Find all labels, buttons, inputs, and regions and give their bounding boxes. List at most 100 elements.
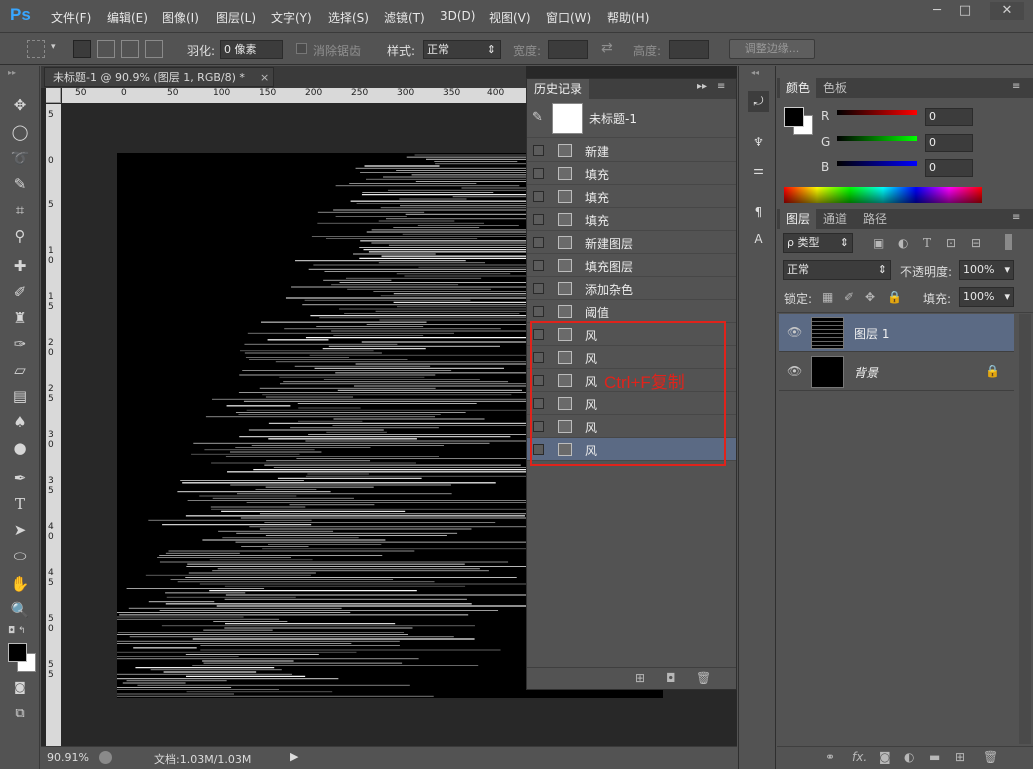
layers-panel-menu-icon[interactable]: ≡: [1012, 212, 1020, 223]
visibility-eye-icon[interactable]: 👁: [787, 364, 802, 378]
lock-pixels-icon[interactable]: ✐: [844, 290, 854, 304]
tab-color[interactable]: 颜色: [780, 78, 817, 98]
b-slider[interactable]: [837, 161, 917, 166]
blur-tool-icon[interactable]: ♠: [8, 411, 32, 433]
filter-pixel-icon[interactable]: ▣: [873, 236, 884, 250]
width-input[interactable]: [548, 40, 588, 59]
antialias-checkbox[interactable]: [296, 43, 307, 54]
move-tool-icon[interactable]: ✥: [8, 94, 32, 116]
lasso-tool-icon[interactable]: ➰: [8, 147, 32, 169]
foreground-color-swatch[interactable]: [8, 643, 27, 662]
history-state-checkbox[interactable]: [533, 191, 544, 202]
lock-all-icon[interactable]: 🔒: [887, 290, 902, 304]
close-tab-icon[interactable]: ×: [260, 68, 269, 88]
new-document-from-state-icon[interactable]: ⊞: [635, 671, 645, 685]
type-tool-icon[interactable]: T: [8, 493, 32, 515]
menu-edit[interactable]: 编辑(E): [107, 9, 148, 26]
lock-transparency-icon[interactable]: ▦: [822, 290, 833, 304]
document-tab[interactable]: 未标题-1 @ 90.9% (图层 1, RGB/8) * ×: [44, 67, 274, 87]
layer-name[interactable]: 图层 1: [854, 325, 889, 342]
eraser-tool-icon[interactable]: ▱: [8, 359, 32, 381]
gradient-tool-icon[interactable]: ▤: [8, 385, 32, 407]
eyedropper-tool-icon[interactable]: ⚲: [8, 225, 32, 247]
marquee-tool-icon[interactable]: [27, 40, 45, 58]
history-state-checkbox[interactable]: [533, 214, 544, 225]
g-slider[interactable]: [837, 136, 917, 141]
brush-presets-icon[interactable]: ♆: [748, 132, 769, 153]
layer-row-background[interactable]: 👁 背景 🔒: [779, 353, 1014, 391]
clone-stamp-tool-icon[interactable]: ♜: [8, 307, 32, 329]
history-state-checkbox[interactable]: [533, 260, 544, 271]
menu-image[interactable]: 图像(I): [162, 9, 199, 26]
ellipse-marquee-tool-icon[interactable]: ◯: [8, 121, 32, 143]
character-panel-icon[interactable]: A: [748, 229, 769, 250]
status-info-icon[interactable]: [99, 751, 112, 764]
minimize-button[interactable]: ─: [924, 2, 950, 20]
visibility-eye-icon[interactable]: 👁: [787, 325, 802, 339]
history-state-row[interactable]: 新建: [527, 139, 736, 162]
menu-filter[interactable]: 滤镜(T): [384, 9, 425, 26]
filter-shape-icon[interactable]: ⊡: [946, 236, 956, 250]
collapse-toolbar-icon[interactable]: ▸▸: [8, 68, 16, 77]
history-state-checkbox[interactable]: [533, 145, 544, 156]
screen-mode-icon[interactable]: ⧉: [8, 703, 32, 725]
layer-name[interactable]: 背景: [854, 364, 878, 381]
collapse-column-icon[interactable]: ◂◂: [751, 68, 759, 77]
history-state-row[interactable]: 填充: [527, 208, 736, 231]
history-state-row[interactable]: 添加杂色: [527, 277, 736, 300]
layer-filter-select[interactable]: ρ 类型 ⇕: [783, 233, 853, 253]
b-value-input[interactable]: 0: [925, 159, 973, 177]
ellipse-shape-tool-icon[interactable]: ⬭: [8, 545, 32, 567]
g-value-input[interactable]: 0: [925, 134, 973, 152]
add-selection-icon[interactable]: [97, 40, 115, 58]
layer-style-fx-icon[interactable]: fx.: [852, 750, 867, 764]
menu-view[interactable]: 视图(V): [489, 9, 531, 26]
color-panel-menu-icon[interactable]: ≡: [1012, 81, 1020, 92]
menu-window[interactable]: 窗口(W): [546, 9, 591, 26]
history-panel-menu-icon[interactable]: ≡: [717, 81, 725, 92]
color-fg-swatch[interactable]: [784, 107, 804, 127]
pen-tool-icon[interactable]: ✒: [8, 467, 32, 489]
tab-layers[interactable]: 图层: [780, 209, 817, 229]
history-collapse-icon[interactable]: ▸▸: [697, 81, 707, 92]
menu-3d[interactable]: 3D(D): [440, 9, 475, 23]
new-layer-icon[interactable]: ⊞: [955, 750, 965, 764]
tab-paths[interactable]: 路径: [857, 209, 893, 229]
history-state-row[interactable]: 填充: [527, 162, 736, 185]
status-menu-arrow-icon[interactable]: ▶: [290, 750, 298, 763]
delete-layer-icon[interactable]: 🗑: [983, 750, 998, 764]
layers-scrollbar[interactable]: [1019, 314, 1031, 744]
history-tab[interactable]: 历史记录: [527, 79, 590, 99]
crop-tool-icon[interactable]: ⌗: [8, 199, 32, 221]
history-state-checkbox[interactable]: [533, 168, 544, 179]
feather-input[interactable]: 0 像素: [220, 40, 283, 59]
new-selection-icon[interactable]: [73, 40, 91, 58]
hand-tool-icon[interactable]: ✋: [8, 573, 32, 595]
filter-type-icon[interactable]: T: [923, 236, 931, 250]
history-brush-source-icon[interactable]: ✎: [532, 110, 543, 125]
menu-type[interactable]: 文字(Y): [271, 9, 312, 26]
menu-file[interactable]: 文件(F): [51, 9, 91, 26]
ruler-origin[interactable]: [46, 88, 61, 103]
horizontal-ruler[interactable]: 50 0 50 100 150 200 250 300 350 400: [62, 88, 526, 103]
close-button[interactable]: ✕: [990, 2, 1024, 20]
path-selection-tool-icon[interactable]: ➤: [8, 519, 32, 541]
blend-mode-select[interactable]: 正常 ⇕: [783, 260, 891, 280]
refine-edge-button[interactable]: 调整边缘...: [729, 39, 815, 59]
healing-brush-tool-icon[interactable]: ✚: [8, 255, 32, 277]
swap-dimensions-icon[interactable]: ⇄: [601, 40, 613, 56]
delete-state-icon[interactable]: 🗑: [696, 671, 711, 685]
opacity-input[interactable]: 100% ▾: [959, 260, 1014, 280]
filter-adjustment-icon[interactable]: ◐: [898, 236, 908, 250]
history-state-row[interactable]: 新建图层: [527, 231, 736, 254]
history-panel-icon[interactable]: ⤾: [748, 91, 769, 112]
history-state-row[interactable]: 阈值: [527, 300, 736, 323]
zoom-level[interactable]: 90.91%: [47, 751, 89, 764]
quick-selection-tool-icon[interactable]: ✎: [8, 173, 32, 195]
style-select[interactable]: 正常 ⇕: [423, 40, 501, 59]
vertical-ruler[interactable]: 5 0 5 1 0 1 5 2 0 2 5 3 0 3 5 4 0 4 5 5 …: [46, 104, 61, 746]
menu-help[interactable]: 帮助(H): [607, 9, 649, 26]
tab-swatches[interactable]: 色板: [817, 78, 853, 98]
maximize-button[interactable]: □: [952, 2, 978, 20]
r-slider[interactable]: [837, 110, 917, 115]
